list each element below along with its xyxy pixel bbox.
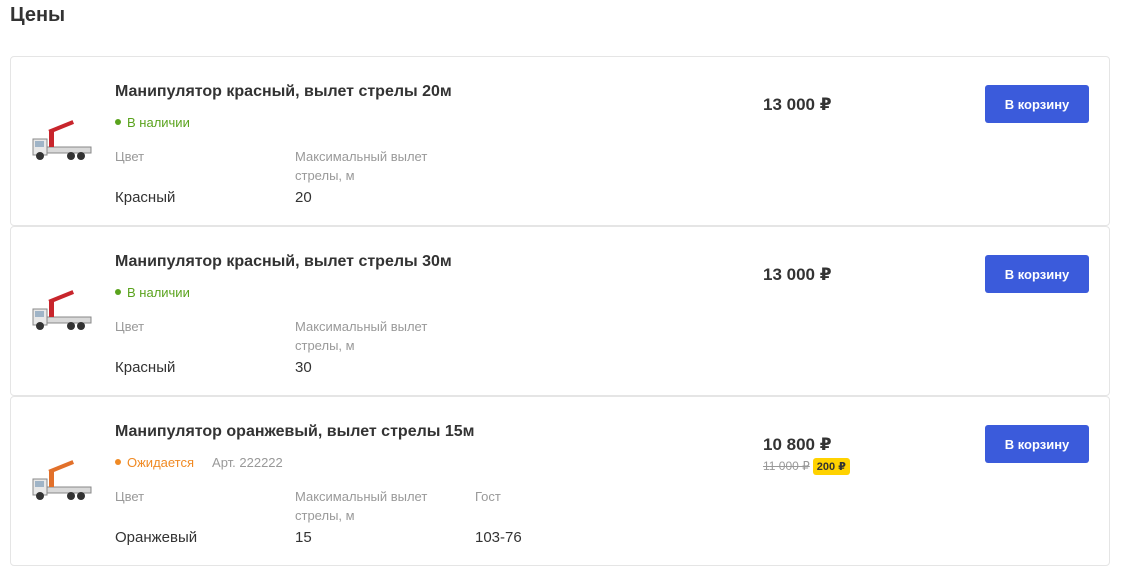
page-title: Цены <box>10 4 66 26</box>
status-dot-icon <box>115 459 121 465</box>
availability-status: В наличии <box>115 285 190 300</box>
product-card: Манипулятор красный, вылет стрелы 30м В … <box>10 226 1110 396</box>
old-price: 11 000 ₽ <box>763 459 810 473</box>
property-value-boom-reach: 20 <box>295 189 312 206</box>
product-image-crane-truck[interactable] <box>31 457 93 505</box>
property-value-color: Красный <box>115 189 176 206</box>
add-to-cart-button[interactable]: В корзину <box>985 255 1089 293</box>
availability-status: Ожидается Арт. 222222 <box>115 455 283 470</box>
property-label-boom-reach: Максимальный вылет стрелы, м <box>295 149 428 183</box>
crane-boom <box>49 131 54 147</box>
property-value-boom-reach: 15 <box>295 529 312 546</box>
availability-status: В наличии <box>115 115 190 130</box>
price: 13 000 ₽ <box>763 95 832 114</box>
old-price-row: 11 000 ₽200 ₽ <box>763 457 850 475</box>
product-list: Манипулятор красный, вылет стрелы 20м В … <box>10 56 1110 566</box>
property-label-color: Цвет <box>115 149 145 164</box>
price: 13 000 ₽ <box>763 265 832 284</box>
property-label-boom-reach: Максимальный вылет стрелы, м <box>295 489 428 523</box>
product-title[interactable]: Манипулятор красный, вылет стрелы 20м <box>115 83 452 101</box>
status-dot-icon <box>115 119 121 125</box>
property-value-color: Оранжевый <box>115 529 198 546</box>
discount-badge: 200 ₽ <box>812 458 850 475</box>
price: 10 800 ₽ <box>763 435 832 454</box>
property-value-color: Красный <box>115 359 176 376</box>
product-image-crane-truck[interactable] <box>31 287 93 335</box>
product-title[interactable]: Манипулятор оранжевый, вылет стрелы 15м <box>115 423 475 441</box>
property-value-gost: 103-76 <box>475 529 522 546</box>
crane-boom <box>49 301 54 317</box>
status-label: Ожидается <box>127 455 195 470</box>
property-label-color: Цвет <box>115 319 145 334</box>
product-title[interactable]: Манипулятор красный, вылет стрелы 30м <box>115 253 452 271</box>
status-label: В наличии <box>127 285 190 300</box>
property-label-boom-reach: Максимальный вылет стрелы, м <box>295 319 428 353</box>
add-to-cart-button[interactable]: В корзину <box>985 85 1089 123</box>
status-label: В наличии <box>127 115 190 130</box>
product-card: Манипулятор красный, вылет стрелы 20м В … <box>10 56 1110 226</box>
property-label-gost: Гост <box>475 489 501 504</box>
crane-boom <box>49 471 54 487</box>
product-card: Манипулятор оранжевый, вылет стрелы 15м … <box>10 396 1110 566</box>
add-to-cart-button[interactable]: В корзину <box>985 425 1089 463</box>
property-value-boom-reach: 30 <box>295 359 312 376</box>
status-dot-icon <box>115 289 121 295</box>
sku-label: Арт. 222222 <box>212 455 283 470</box>
property-label-color: Цвет <box>115 489 145 504</box>
product-image-crane-truck[interactable] <box>31 117 93 165</box>
